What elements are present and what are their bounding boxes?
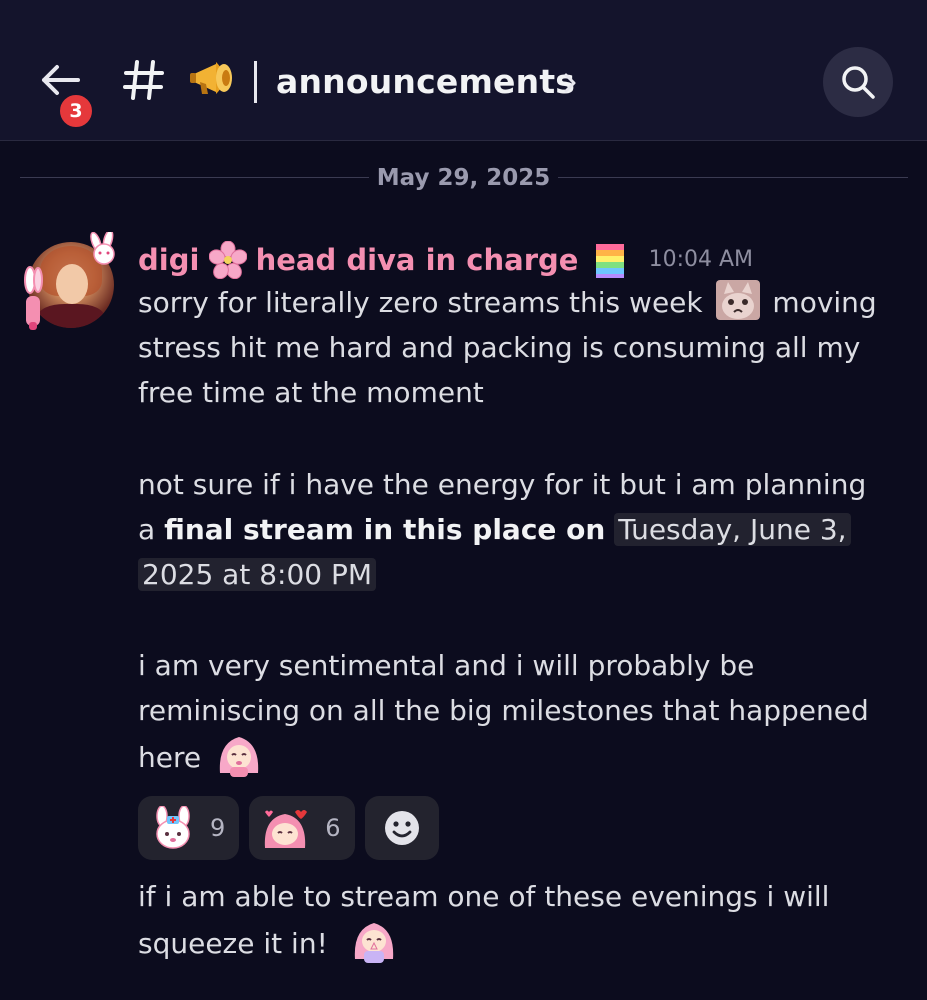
channel-title[interactable]: announcements — [276, 58, 575, 106]
reactions-bar: 9 6 — [138, 796, 439, 860]
rainbow-role-icon — [595, 244, 624, 278]
message-paragraph-4: if i am able to stream one of these even… — [138, 874, 908, 966]
divider-date: May 29, 2025 — [376, 165, 551, 191]
message-paragraph-1: sorry for literally zero streams this we… — [138, 280, 908, 415]
bunny-ears-decoration-icon — [24, 266, 43, 330]
search-icon — [842, 66, 875, 99]
reaction-pill[interactable]: 6 — [249, 796, 355, 860]
bold-text: final stream in this place on — [164, 513, 606, 546]
add-reaction-button[interactable] — [364, 796, 439, 860]
divider-line-left — [20, 177, 369, 178]
text-line: not sure if i have the energy for it but… — [138, 468, 867, 501]
search-button[interactable] — [823, 47, 893, 117]
text-line: here — [138, 741, 202, 774]
bunny-decoration-icon — [90, 232, 115, 265]
cherry-blossom-icon — [208, 241, 247, 279]
hash-icon — [123, 60, 164, 100]
message-timestamp: 10:04 AM — [648, 247, 754, 272]
title-separator — [254, 61, 257, 103]
message-paragraph-2: not sure if i have the energy for it but… — [138, 462, 908, 597]
unread-badge: 3 — [57, 92, 95, 130]
message-header: digi head diva in charge 10:04 AM — [138, 236, 753, 284]
megaphone-icon — [190, 62, 232, 94]
pink-hair-girl-emoji — [219, 737, 259, 777]
message-paragraph-3: i am very sentimental and i will probabl… — [138, 643, 908, 780]
author-avatar[interactable] — [22, 232, 126, 338]
divider-line-right — [558, 177, 908, 178]
reaction-count: 9 — [210, 814, 226, 842]
date-divider: May 29, 2025 — [20, 160, 908, 196]
channel-header: 3 announcements — [0, 0, 927, 141]
text-line: reminiscing on all the big milestones th… — [138, 694, 869, 727]
text-line: squeeze it in! — [138, 927, 328, 960]
text-line: sorry for literally zero streams this we… — [138, 286, 703, 319]
text-line: i am very sentimental and i will probabl… — [138, 649, 755, 682]
text-line: a — [138, 513, 156, 546]
text-line: if i am able to stream one of these even… — [138, 880, 830, 913]
text-line: moving — [772, 286, 877, 319]
text-line: stress hit me hard and packing is consum… — [138, 331, 861, 364]
reaction-count: 6 — [325, 814, 341, 842]
back-button[interactable]: 3 — [38, 60, 95, 130]
author-name-part2[interactable]: head diva in charge — [256, 243, 579, 277]
text-line: free time at the moment — [138, 376, 484, 409]
smiley-add-icon — [384, 811, 419, 845]
praying-pink-girl-emoji — [354, 923, 393, 963]
crying-cat-emoji — [715, 280, 760, 320]
timestamp-mention[interactable]: 2025 at 8:00 PM — [138, 558, 377, 591]
pink-character-hearts-emoji — [265, 810, 308, 848]
author-name-part1[interactable]: digi — [138, 243, 199, 277]
timestamp-mention[interactable]: Tuesday, June 3, — [614, 513, 851, 546]
bunny-nurse-emoji — [156, 806, 190, 849]
reaction-pill[interactable]: 9 — [138, 796, 240, 860]
chevron-right-icon[interactable] — [560, 70, 580, 96]
